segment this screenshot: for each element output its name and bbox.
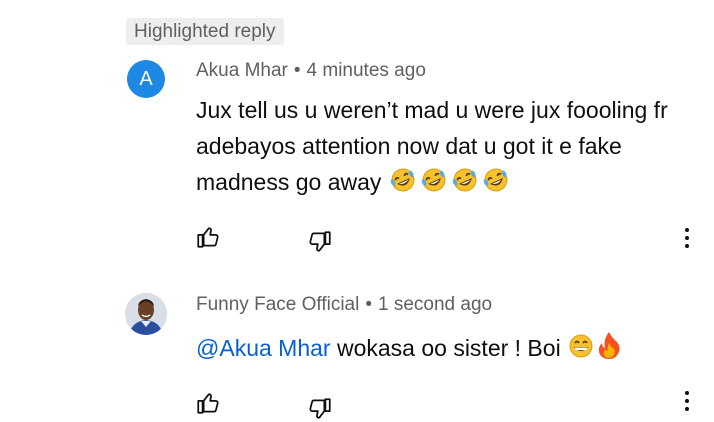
- mention-link[interactable]: @Akua Mhar: [196, 335, 331, 361]
- more-vert-icon[interactable]: [683, 391, 691, 415]
- emoji-group: [381, 168, 511, 195]
- avatar-image: [125, 293, 167, 335]
- comment-time[interactable]: 4 minutes ago: [307, 60, 426, 81]
- rofl-emoji: [421, 168, 446, 192]
- comment-meta: Akua Mhar • 4 minutes ago: [196, 60, 426, 82]
- avatar[interactable]: A: [127, 60, 165, 98]
- comment-meta: Funny Face Official • 1 second ago: [196, 294, 492, 316]
- meta-separator: •: [293, 60, 301, 81]
- fire-emoji: [598, 332, 620, 359]
- comment-text: Jux tell us u weren’t mad u were jux foo…: [196, 92, 696, 200]
- author-name[interactable]: Akua Mhar: [196, 60, 288, 81]
- thumbs-down-icon[interactable]: [307, 396, 333, 422]
- rofl-emoji: [483, 168, 508, 192]
- meta-separator: •: [365, 294, 372, 315]
- rofl-emoji: [452, 168, 477, 192]
- avatar[interactable]: [125, 293, 167, 335]
- comment-text: @Akua Mhar wokasa oo sister ! Boi: [196, 330, 696, 366]
- highlighted-reply-badge: Highlighted reply: [126, 18, 284, 45]
- comment-time[interactable]: 1 second ago: [378, 294, 492, 315]
- thumbs-up-icon[interactable]: [195, 224, 221, 250]
- thumbs-down-icon[interactable]: [307, 229, 333, 255]
- more-vert-icon[interactable]: [683, 228, 691, 252]
- grin-emoji: [569, 334, 593, 358]
- thumbs-up-icon[interactable]: [195, 390, 221, 416]
- author-name[interactable]: Funny Face Official: [196, 294, 359, 315]
- rofl-emoji: [390, 168, 415, 192]
- comment-body: wokasa oo sister ! Boi: [330, 335, 568, 361]
